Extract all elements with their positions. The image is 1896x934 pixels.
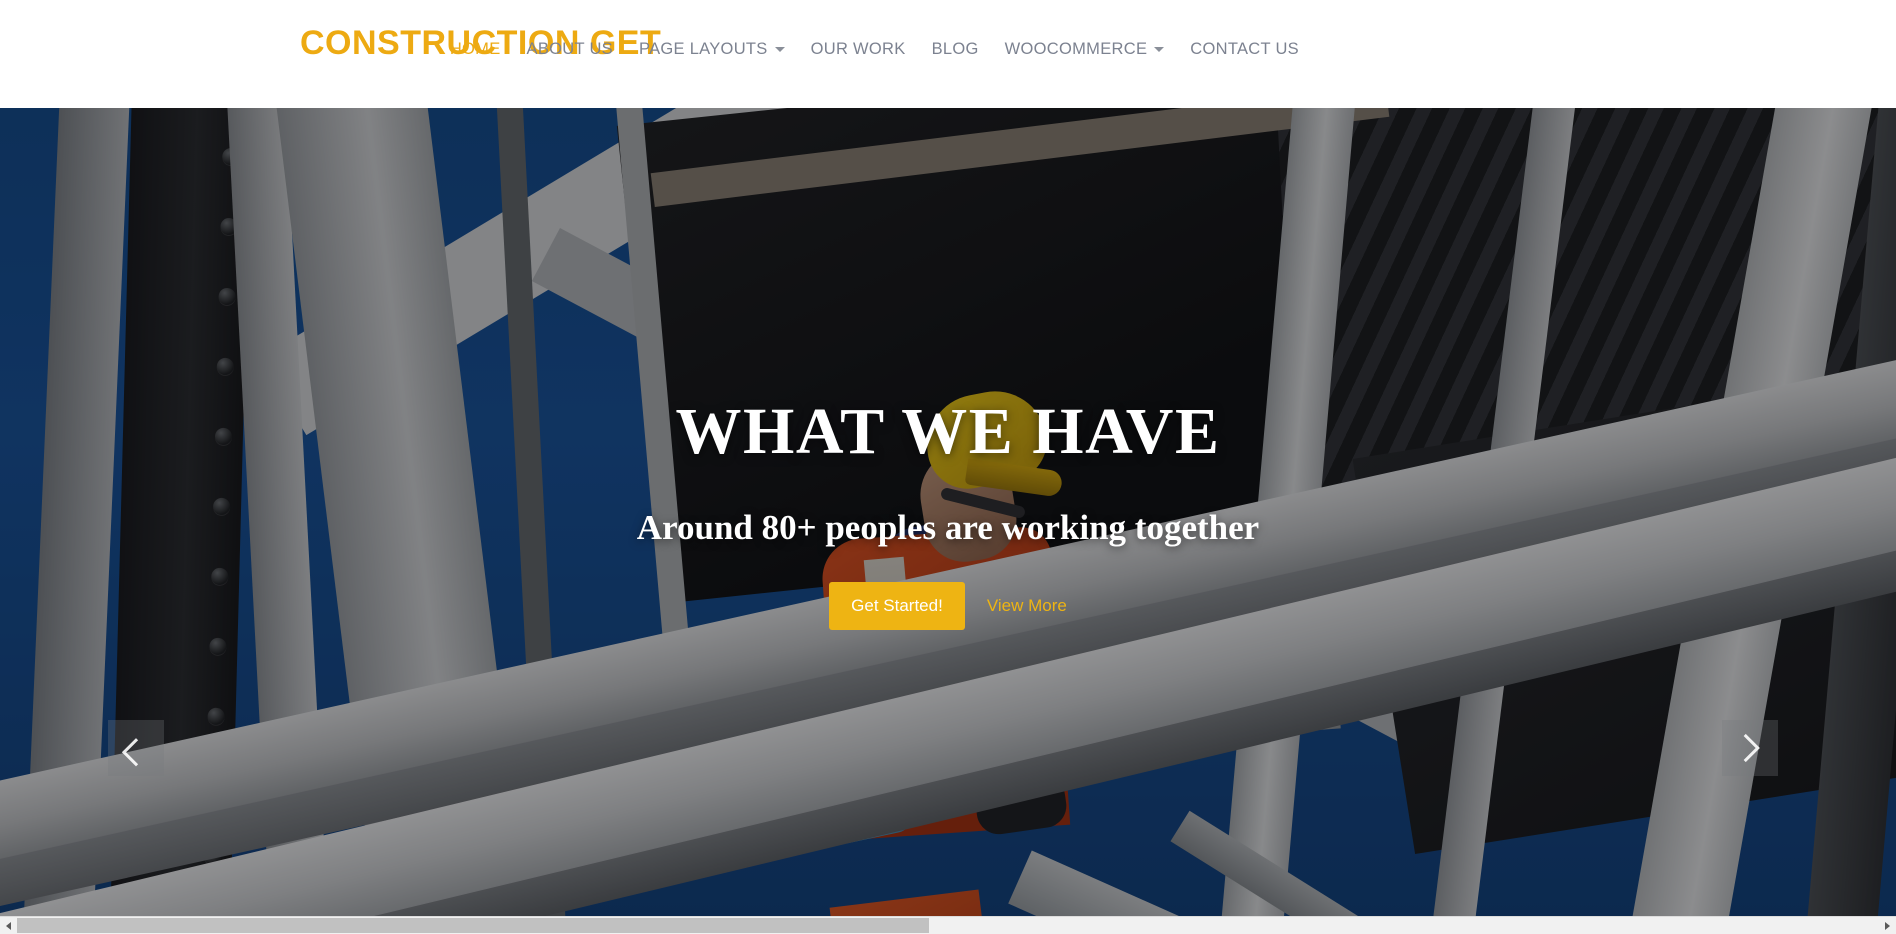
scrollbar-thumb[interactable] [17, 918, 930, 933]
nav-label: CONTACT US [1190, 40, 1299, 58]
chevron-right-icon [1731, 733, 1760, 763]
nav-item-blog[interactable]: BLOG [919, 40, 992, 59]
nav-label: PAGE LAYOUTS [638, 40, 768, 58]
hero-subtitle: Around 80+ peoples are working together [636, 508, 1260, 547]
nav-label: HOME [449, 40, 501, 58]
nav-label: OUR WORK [810, 40, 906, 58]
horizontal-scrollbar[interactable] [0, 916, 1896, 934]
view-more-link[interactable]: View More [987, 596, 1067, 616]
nav-label: ABOUT US [526, 40, 613, 58]
nav-item-about-us[interactable]: ABOUT US [514, 40, 626, 59]
site-header: CONSTRUCTION GET HOME ABOUT US PAGE LAYO… [0, 0, 1896, 108]
hero-title: WHAT WE HAVE [675, 395, 1221, 468]
hero-actions: Get Started! View More [829, 582, 1067, 630]
hero-slider: WHAT WE HAVE Around 80+ peoples are work… [0, 108, 1896, 916]
slider-next-button[interactable] [1722, 720, 1778, 776]
main-navigation: HOME ABOUT US PAGE LAYOUTS OUR WORK BLOG… [437, 40, 1312, 59]
slider-prev-button[interactable] [108, 720, 164, 776]
chevron-down-icon [1154, 47, 1165, 52]
nav-item-page-layouts[interactable]: PAGE LAYOUTS [626, 40, 798, 59]
scroll-right-button[interactable] [1879, 917, 1896, 934]
nav-item-woocommerce[interactable]: WOOCOMMERCE [992, 40, 1178, 59]
nav-item-contact-us[interactable]: CONTACT US [1177, 40, 1312, 59]
get-started-button[interactable]: Get Started! [829, 582, 965, 630]
nav-label: WOOCOMMERCE [1004, 40, 1148, 58]
chevron-left-icon [121, 738, 151, 767]
scroll-right-icon [1885, 921, 1890, 930]
scrollbar-track[interactable] [17, 917, 1879, 934]
nav-item-home[interactable]: HOME [437, 40, 514, 59]
hero-caption: WHAT WE HAVE Around 80+ peoples are work… [0, 108, 1896, 916]
nav-label: BLOG [931, 40, 979, 58]
chevron-down-icon [774, 47, 785, 52]
nav-item-our-work[interactable]: OUR WORK [798, 40, 919, 59]
scroll-left-icon [6, 921, 11, 930]
scroll-left-button[interactable] [0, 917, 17, 934]
